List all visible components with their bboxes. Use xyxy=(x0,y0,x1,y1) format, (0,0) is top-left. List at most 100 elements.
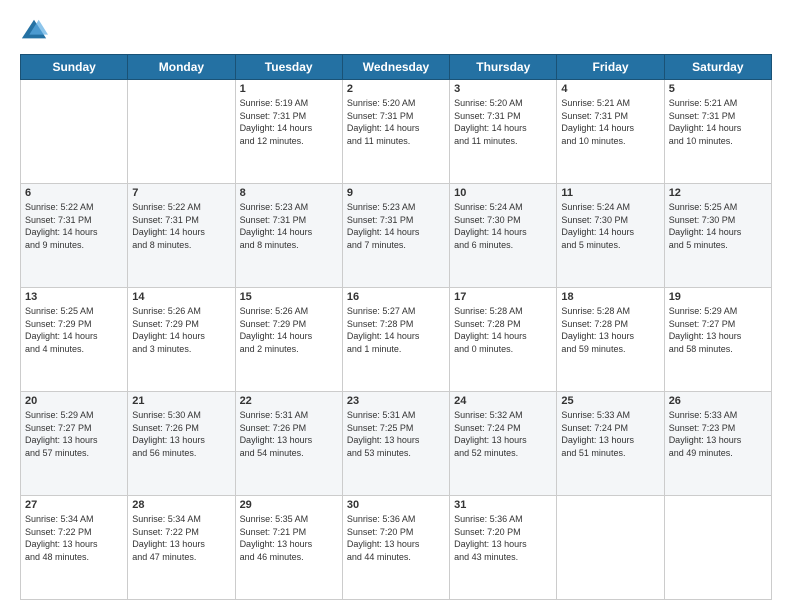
day-header-friday: Friday xyxy=(557,55,664,80)
day-number: 17 xyxy=(454,291,552,303)
day-header-tuesday: Tuesday xyxy=(235,55,342,80)
day-info: Sunrise: 5:20 AM Sunset: 7:31 PM Dayligh… xyxy=(454,97,552,147)
day-number: 5 xyxy=(669,83,767,95)
day-number: 23 xyxy=(347,395,445,407)
day-number: 8 xyxy=(240,187,338,199)
day-info: Sunrise: 5:19 AM Sunset: 7:31 PM Dayligh… xyxy=(240,97,338,147)
day-info: Sunrise: 5:33 AM Sunset: 7:23 PM Dayligh… xyxy=(669,409,767,459)
day-info: Sunrise: 5:35 AM Sunset: 7:21 PM Dayligh… xyxy=(240,513,338,563)
logo xyxy=(20,16,52,44)
calendar-cell: 5 Sunrise: 5:21 AM Sunset: 7:31 PM Daylig… xyxy=(664,80,771,184)
calendar-week-2: 6 Sunrise: 5:22 AM Sunset: 7:31 PM Daylig… xyxy=(21,184,772,288)
calendar-cell: 1 Sunrise: 5:19 AM Sunset: 7:31 PM Daylig… xyxy=(235,80,342,184)
calendar-cell: 27Sunrise: 5:34 AM Sunset: 7:22 PM Dayli… xyxy=(21,496,128,600)
day-number: 15 xyxy=(240,291,338,303)
calendar-cell: 4Sunrise: 5:21 AM Sunset: 7:31 PM Daylig… xyxy=(557,80,664,184)
day-info: Sunrise: 5:27 AM Sunset: 7:28 PM Dayligh… xyxy=(347,305,445,355)
day-info: Sunrise: 5:21 AM Sunset: 7:31 PM Dayligh… xyxy=(561,97,659,147)
calendar-cell: 12 Sunrise: 5:25 AM Sunset: 7:30 PM Dayli… xyxy=(664,184,771,288)
calendar-cell: 31 Sunrise: 5:36 AM Sunset: 7:20 PM Dayli… xyxy=(450,496,557,600)
calendar-cell: 29 Sunrise: 5:35 AM Sunset: 7:21 PM Dayli… xyxy=(235,496,342,600)
day-number: 18 xyxy=(561,291,659,303)
header xyxy=(20,16,772,44)
day-info: Sunrise: 5:25 AM Sunset: 7:30 PM Dayligh… xyxy=(669,201,767,251)
day-number: 21 xyxy=(132,395,230,407)
day-info: Sunrise: 5:29 AM Sunset: 7:27 PM Dayligh… xyxy=(25,409,123,459)
calendar-cell: 13 Sunrise: 5:25 AM Sunset: 7:29 PM Dayli… xyxy=(21,288,128,392)
calendar-cell xyxy=(557,496,664,600)
day-header-monday: Monday xyxy=(128,55,235,80)
page: SundayMondayTuesdayWednesdayThursdayFrid… xyxy=(0,0,792,612)
day-info: Sunrise: 5:24 AM Sunset: 7:30 PM Dayligh… xyxy=(454,201,552,251)
day-info: Sunrise: 5:23 AM Sunset: 7:31 PM Dayligh… xyxy=(240,201,338,251)
logo-icon xyxy=(20,16,48,44)
day-number: 3 xyxy=(454,83,552,95)
calendar-cell: 8 Sunrise: 5:23 AM Sunset: 7:31 PM Daylig… xyxy=(235,184,342,288)
day-info: Sunrise: 5:30 AM Sunset: 7:26 PM Dayligh… xyxy=(132,409,230,459)
day-number: 31 xyxy=(454,499,552,511)
day-number: 28 xyxy=(132,499,230,511)
day-info: Sunrise: 5:36 AM Sunset: 7:20 PM Dayligh… xyxy=(454,513,552,563)
day-info: Sunrise: 5:33 AM Sunset: 7:24 PM Dayligh… xyxy=(561,409,659,459)
day-info: Sunrise: 5:24 AM Sunset: 7:30 PM Dayligh… xyxy=(561,201,659,251)
day-number: 29 xyxy=(240,499,338,511)
day-number: 20 xyxy=(25,395,123,407)
calendar-cell: 21 Sunrise: 5:30 AM Sunset: 7:26 PM Dayli… xyxy=(128,392,235,496)
calendar-week-5: 27 Sunrise: 5:34 AM Sunset: 7:22 PM Dayli… xyxy=(21,496,772,600)
calendar-cell: 19 Sunrise: 5:29 AM Sunset: 7:27 PM Dayli… xyxy=(664,288,771,392)
day-number: 10 xyxy=(454,187,552,199)
day-number: 13 xyxy=(25,291,123,303)
day-number: 1 xyxy=(240,83,338,95)
day-info: Sunrise: 5:28 AM Sunset: 7:28 PM Dayligh… xyxy=(561,305,659,355)
calendar-week-1: 1 Sunrise: 5:19 AM Sunset: 7:31 PM Daylig… xyxy=(21,80,772,184)
day-number: 11 xyxy=(561,187,659,199)
day-number: 22 xyxy=(240,395,338,407)
calendar-table: SundayMondayTuesdayWednesdayThursdayFrid… xyxy=(20,54,772,600)
day-info: Sunrise: 5:28 AM Sunset: 7:28 PM Dayligh… xyxy=(454,305,552,355)
calendar-cell: 6 Sunrise: 5:22 AM Sunset: 7:31 PM Daylig… xyxy=(21,184,128,288)
day-number: 19 xyxy=(669,291,767,303)
calendar-cell xyxy=(128,80,235,184)
calendar-cell: 7Sunrise: 5:22 AM Sunset: 7:31 PM Daylig… xyxy=(128,184,235,288)
calendar-cell: 15 Sunrise: 5:26 AM Sunset: 7:29 PM Dayli… xyxy=(235,288,342,392)
day-number: 6 xyxy=(25,187,123,199)
day-number: 30 xyxy=(347,499,445,511)
day-number: 16 xyxy=(347,291,445,303)
day-number: 26 xyxy=(669,395,767,407)
day-number: 25 xyxy=(561,395,659,407)
calendar-cell: 26 Sunrise: 5:33 AM Sunset: 7:23 PM Dayli… xyxy=(664,392,771,496)
day-header-wednesday: Wednesday xyxy=(342,55,449,80)
calendar-cell: 17 Sunrise: 5:28 AM Sunset: 7:28 PM Dayli… xyxy=(450,288,557,392)
day-info: Sunrise: 5:21 AM Sunset: 7:31 PM Dayligh… xyxy=(669,97,767,147)
calendar-cell: 28 Sunrise: 5:34 AM Sunset: 7:22 PM Dayli… xyxy=(128,496,235,600)
calendar-cell: 11 Sunrise: 5:24 AM Sunset: 7:30 PM Dayli… xyxy=(557,184,664,288)
calendar-cell: 9 Sunrise: 5:23 AM Sunset: 7:31 PM Daylig… xyxy=(342,184,449,288)
calendar-cell: 18 Sunrise: 5:28 AM Sunset: 7:28 PM Dayli… xyxy=(557,288,664,392)
calendar-week-4: 20 Sunrise: 5:29 AM Sunset: 7:27 PM Dayli… xyxy=(21,392,772,496)
calendar-cell xyxy=(21,80,128,184)
calendar-cell: 14 Sunrise: 5:26 AM Sunset: 7:29 PM Dayli… xyxy=(128,288,235,392)
day-number: 14 xyxy=(132,291,230,303)
day-info: Sunrise: 5:23 AM Sunset: 7:31 PM Dayligh… xyxy=(347,201,445,251)
day-number: 7 xyxy=(132,187,230,199)
day-header-sunday: Sunday xyxy=(21,55,128,80)
calendar-cell: 20 Sunrise: 5:29 AM Sunset: 7:27 PM Dayli… xyxy=(21,392,128,496)
day-info: Sunrise: 5:32 AM Sunset: 7:24 PM Dayligh… xyxy=(454,409,552,459)
day-info: Sunrise: 5:29 AM Sunset: 7:27 PM Dayligh… xyxy=(669,305,767,355)
calendar-cell: 25 Sunrise: 5:33 AM Sunset: 7:24 PM Dayli… xyxy=(557,392,664,496)
calendar-cell: 22Sunrise: 5:31 AM Sunset: 7:26 PM Dayli… xyxy=(235,392,342,496)
day-info: Sunrise: 5:22 AM Sunset: 7:31 PM Dayligh… xyxy=(25,201,123,251)
calendar-cell: 10 Sunrise: 5:24 AM Sunset: 7:30 PM Dayli… xyxy=(450,184,557,288)
day-info: Sunrise: 5:25 AM Sunset: 7:29 PM Dayligh… xyxy=(25,305,123,355)
day-number: 12 xyxy=(669,187,767,199)
day-number: 24 xyxy=(454,395,552,407)
day-number: 27 xyxy=(25,499,123,511)
calendar-cell: 3 Sunrise: 5:20 AM Sunset: 7:31 PM Daylig… xyxy=(450,80,557,184)
day-info: Sunrise: 5:26 AM Sunset: 7:29 PM Dayligh… xyxy=(132,305,230,355)
calendar-cell: 16 Sunrise: 5:27 AM Sunset: 7:28 PM Dayli… xyxy=(342,288,449,392)
day-info: Sunrise: 5:26 AM Sunset: 7:29 PM Dayligh… xyxy=(240,305,338,355)
day-info: Sunrise: 5:20 AM Sunset: 7:31 PM Dayligh… xyxy=(347,97,445,147)
day-info: Sunrise: 5:34 AM Sunset: 7:22 PM Dayligh… xyxy=(132,513,230,563)
day-info: Sunrise: 5:36 AM Sunset: 7:20 PM Dayligh… xyxy=(347,513,445,563)
day-number: 9 xyxy=(347,187,445,199)
